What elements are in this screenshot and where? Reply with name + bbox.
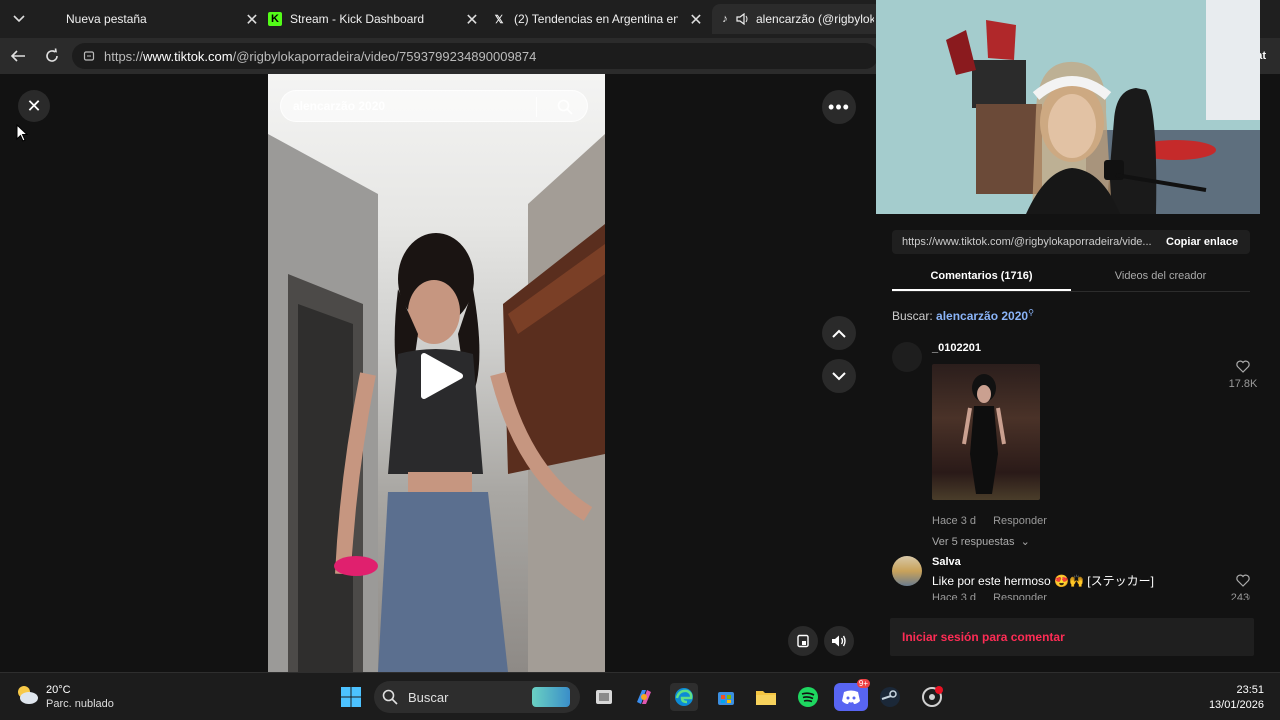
tab-kick-dashboard[interactable]: K Stream - Kick Dashboard ✕ [268,4,480,34]
avatar[interactable] [892,556,922,586]
picture-in-picture-icon[interactable] [788,626,818,656]
heart-icon[interactable] [1236,574,1250,587]
tab-comments[interactable]: Comentarios (1716) [892,264,1071,291]
login-to-comment-button[interactable]: Iniciar sesión para comentar [890,618,1254,656]
x-icon: 𝕏 [494,13,504,26]
search-small-icon: ⚲ [1028,308,1034,317]
tab-new-tab[interactable]: Nueva pestaña ✕ [44,4,260,34]
tab-title: (2) Tendencias en Argentina en X [514,12,678,26]
steam-icon[interactable] [876,683,904,711]
avatar[interactable] [892,342,922,372]
video-search-box[interactable]: alencarzão 2020 [280,90,588,122]
url-host: www.tiktok.com [143,48,233,64]
reload-icon[interactable] [42,46,62,66]
tab-title: alencarzão (@rigbylokaporradeira) [756,12,874,26]
comment-item: Salva Like por este hermoso 😍🙌 [ステッカー] H… [892,556,1250,600]
tab-x-trends[interactable]: 𝕏 (2) Tendencias en Argentina en X ✕ [492,4,704,34]
video-search-text: alencarzão 2020 [293,99,386,113]
more-options-icon[interactable]: ••• [822,90,856,124]
system-clock[interactable]: 23:51 13/01/2026 [1209,683,1264,713]
search-icon [382,689,398,705]
sticker-figure [962,374,1006,494]
taskbar-search-label: Buscar [408,689,449,705]
comment-username[interactable]: Salva [932,556,961,568]
discord-badge: 9+ [856,679,870,688]
comment-item: _0102201 Hace 3 d Responder Ver 5 respue… [892,342,1257,548]
partly-cloudy-icon [18,686,38,704]
microsoft-store-icon[interactable] [712,683,740,711]
tab-close-icon[interactable]: ✕ [244,10,260,30]
next-video-chevron-down-icon[interactable] [822,359,856,393]
mouse-pointer-icon [16,123,29,147]
like-count: 2430 [1230,592,1250,600]
search-highlight-icon [532,687,570,707]
share-link-row: https://www.tiktok.com/@rigbylokaporrade… [892,230,1250,254]
tab-close-icon[interactable]: ✕ [688,10,704,30]
task-view-icon[interactable] [590,683,618,711]
previous-video-chevron-up-icon[interactable] [822,316,856,350]
comment-meta: Hace 3 d Responder [932,592,1047,600]
weather-condition: Parc. nublado [46,698,114,710]
webcam-overlay [876,0,1260,214]
tiktok-icon: ♪ [722,13,728,25]
file-explorer-icon[interactable] [752,683,780,711]
chevron-down-icon: ⌄ [1020,536,1030,548]
like-control[interactable]: 2430 [1226,574,1250,600]
heart-icon[interactable] [1236,360,1250,373]
play-icon[interactable] [418,352,464,405]
webcam-frame [876,0,1260,214]
copy-link-button[interactable]: Copiar enlace [1160,236,1238,248]
windows-taskbar: 20°C Parc. nublado Buscar 9+ 23:51 13/01… [0,672,1280,720]
url-path: /@rigbylokaporradeira/video/759379923489… [232,48,537,64]
site-info-icon[interactable] [82,49,96,63]
discord-icon[interactable]: 9+ [834,679,870,711]
video-player[interactable]: alencarzão 2020 [268,74,605,672]
screen: Nueva pestaña ✕ K Stream - Kick Dashboar… [0,0,1280,720]
tab-list-chevron-icon[interactable] [8,8,30,30]
comment-search-suggestion[interactable]: Buscar: alencarzão 2020⚲ [892,308,1034,323]
like-control[interactable]: 17.8K [1226,360,1260,390]
app-notification-icon[interactable] [918,683,946,711]
weather-temperature: 20°C [46,684,71,696]
volume-icon[interactable] [824,626,854,656]
tab-title: Nueva pestaña [66,12,147,26]
comment-meta: Hace 3 d Responder [932,515,1047,527]
speaker-icon[interactable] [736,12,750,26]
search-divider [536,97,537,117]
comment-sticker-image [932,364,1040,500]
reply-button[interactable]: Responder [993,515,1047,527]
tab-tiktok[interactable]: ♪ alencarzão (@rigbylokaporradeira) [712,4,882,34]
comment-text: Like por este hermoso 😍🙌 [ステッカー] [932,574,1154,588]
close-icon[interactable]: ✕ [18,90,50,122]
like-count: 17.8K [1228,378,1258,390]
spotify-icon[interactable] [794,683,822,711]
url-prefix: https:// [104,48,144,64]
taskbar-search[interactable]: Buscar [374,681,580,713]
view-replies-label: Ver 5 respuestas [932,536,1015,548]
tab-creator-videos[interactable]: Videos del creador [1071,264,1250,291]
kick-icon: K [268,12,282,26]
search-term-link[interactable]: alencarzão 2020 [936,309,1028,323]
share-link-text[interactable]: https://www.tiktok.com/@rigbylokaporrade… [892,236,1160,248]
address-bar[interactable]: https://www.tiktok.com/@rigbylokaporrade… [72,43,878,69]
view-replies-button[interactable]: Ver 5 respuestas ⌄ [932,535,1030,548]
weather-widget[interactable]: 20°C Parc. nublado [14,683,114,711]
clock-date: 13/01/2026 [1208,699,1264,711]
panel-tabs: Comentarios (1716) Videos del creador [892,264,1250,292]
comment-username[interactable]: _0102201 [932,342,981,354]
tab-title: Stream - Kick Dashboard [290,12,425,26]
copilot-icon[interactable] [630,683,658,711]
back-arrow-icon[interactable] [8,46,28,66]
clock-time: 23:51 [1236,684,1264,696]
search-icon[interactable] [557,99,573,118]
video-viewer: ✕ alencarzão 2020 ••• [0,74,868,672]
reply-button[interactable]: Responder [993,592,1047,600]
comment-time: Hace 3 d [932,592,977,600]
search-label: Buscar: [892,309,937,323]
windows-start-icon[interactable] [337,683,365,711]
tab-close-icon[interactable]: ✕ [464,10,480,30]
comment-time: Hace 3 d [932,515,977,527]
edge-browser-icon[interactable] [670,683,698,711]
